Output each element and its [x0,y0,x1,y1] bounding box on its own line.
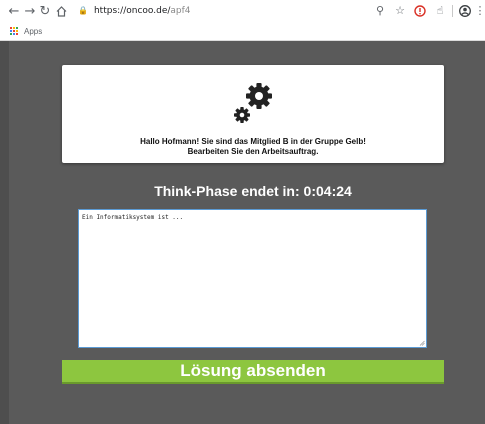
bookmarks-bar: Apps [0,22,485,41]
greeting-line-2: Bearbeiten Sie den Arbeitsauftrag. [187,147,319,156]
profile-glyph [459,4,471,17]
browser-menu-icon[interactable]: ⋮ [475,3,485,19]
url-host: https://oncoo.de/ [93,5,171,16]
apps-bookmark-label[interactable]: Apps [24,27,42,36]
greeting-text: Hallo Hofmann! Sie sind das Mitglied B i… [62,137,444,157]
extension-red-glyph [414,4,426,17]
extension-red-icon[interactable] [412,3,428,19]
reload-icon[interactable]: ↻ [37,3,53,19]
left-edge-strip [0,41,9,424]
forward-arrow-icon[interactable]: → [22,3,38,19]
browser-toolbar: ← → ↻ 🔒 https://oncoo.de/apf4 ⚲ ☆ ☝ ⋮ [0,0,485,22]
info-card: Hallo Hofmann! Sie sind das Mitglied B i… [62,65,444,163]
page-content: Hallo Hofmann! Sie sind das Mitglied B i… [0,41,485,424]
timer-label: Think-Phase endet in: [154,183,304,199]
home-icon-glyph [56,5,66,17]
phase-timer: Think-Phase endet in: 0:04:24 [62,183,444,199]
bookmark-star-icon[interactable]: ☆ [392,3,408,19]
gears-icon [234,83,272,123]
extension-hand-icon[interactable]: ☝ [432,3,448,19]
back-arrow-icon[interactable]: ← [6,3,22,19]
profile-icon[interactable] [457,3,473,19]
answer-textarea[interactable]: Ein Informatiksystem ist ... [78,209,427,348]
address-bar[interactable]: 🔒 https://oncoo.de/apf4 [78,2,408,19]
lock-icon: 🔒 [78,6,88,15]
home-icon[interactable] [53,3,69,19]
greeting-line-1: Hallo Hofmann! Sie sind das Mitglied B i… [140,137,366,146]
apps-grid-icon[interactable] [10,26,19,36]
zoom-icon[interactable]: ⚲ [372,3,388,19]
submit-solution-button[interactable]: Lösung absenden [62,360,444,384]
url-path: apf4 [170,5,191,16]
toolbar-right: ⚲ ☆ ☝ ⋮ [372,2,485,19]
toolbar-separator [452,4,453,17]
resize-grip-icon[interactable] [419,340,425,346]
timer-value: 0:04:24 [303,183,352,199]
